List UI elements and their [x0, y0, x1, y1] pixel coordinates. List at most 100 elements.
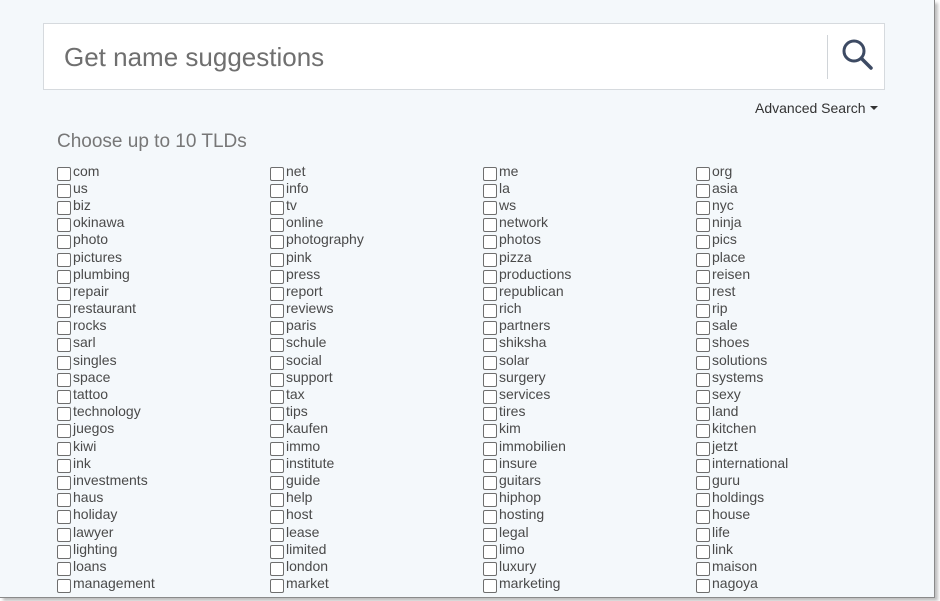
tld-option[interactable]: house [696, 506, 909, 525]
tld-checkbox[interactable] [696, 252, 710, 267]
tld-option[interactable]: reviews [270, 300, 483, 319]
tld-option[interactable]: social [270, 351, 483, 370]
tld-option[interactable]: republican [483, 282, 696, 301]
tld-option[interactable]: kaufen [270, 420, 483, 439]
tld-option[interactable]: sarl [57, 334, 270, 353]
tld-option[interactable]: immobilien [483, 437, 696, 456]
tld-option[interactable]: report [270, 282, 483, 301]
tld-option[interactable]: ink [57, 454, 270, 473]
tld-checkbox[interactable] [483, 579, 497, 594]
tld-checkbox[interactable] [696, 579, 710, 594]
tld-checkbox[interactable] [270, 200, 284, 215]
tld-option[interactable]: rich [483, 300, 696, 319]
tld-checkbox[interactable] [696, 304, 710, 319]
tld-checkbox[interactable] [483, 304, 497, 319]
tld-option[interactable]: hiphop [483, 489, 696, 508]
tld-option[interactable]: kitchen [696, 420, 909, 439]
tld-checkbox[interactable] [696, 372, 710, 387]
tld-option[interactable]: london [270, 557, 483, 576]
tld-checkbox[interactable] [696, 235, 710, 250]
tld-option[interactable]: partners [483, 317, 696, 336]
tld-checkbox[interactable] [483, 527, 497, 542]
tld-checkbox[interactable] [696, 424, 710, 439]
tld-option[interactable]: info [270, 179, 483, 198]
tld-option[interactable]: pics [696, 231, 909, 250]
tld-checkbox[interactable] [696, 218, 710, 233]
tld-option[interactable]: host [270, 506, 483, 525]
tld-option[interactable]: land [696, 403, 909, 422]
tld-checkbox[interactable] [270, 252, 284, 267]
tld-option[interactable]: lighting [57, 540, 270, 559]
tld-checkbox[interactable] [57, 407, 71, 422]
tld-option[interactable]: juegos [57, 420, 270, 439]
tld-checkbox[interactable] [57, 458, 71, 473]
tld-option[interactable]: rocks [57, 317, 270, 336]
tld-option[interactable]: nagoya [696, 575, 909, 594]
tld-option[interactable]: market [270, 575, 483, 594]
tld-checkbox[interactable] [696, 441, 710, 456]
tld-checkbox[interactable] [270, 475, 284, 490]
tld-option[interactable]: shoes [696, 334, 909, 353]
tld-checkbox[interactable] [483, 544, 497, 559]
tld-checkbox[interactable] [696, 321, 710, 336]
tld-option[interactable]: solutions [696, 351, 909, 370]
tld-option[interactable]: sexy [696, 385, 909, 405]
tld-checkbox[interactable] [483, 252, 497, 267]
tld-option[interactable]: plumbing [57, 265, 270, 284]
tld-checkbox[interactable] [483, 510, 497, 525]
tld-checkbox[interactable] [696, 338, 710, 353]
tld-option[interactable]: shiksha [483, 334, 696, 353]
tld-checkbox[interactable] [57, 321, 71, 336]
tld-option[interactable]: net [270, 162, 483, 181]
tld-checkbox[interactable] [270, 218, 284, 233]
tld-checkbox[interactable] [270, 321, 284, 336]
tld-checkbox[interactable] [483, 355, 497, 370]
tld-checkbox[interactable] [483, 493, 497, 508]
tld-checkbox[interactable] [483, 372, 497, 387]
tld-checkbox[interactable] [270, 458, 284, 473]
tld-checkbox[interactable] [483, 166, 497, 181]
tld-checkbox[interactable] [57, 355, 71, 370]
tld-option[interactable]: investments [57, 471, 270, 490]
tld-checkbox[interactable] [57, 441, 71, 456]
tld-checkbox[interactable] [696, 510, 710, 525]
tld-option[interactable]: luxury [483, 557, 696, 576]
tld-option[interactable]: solar [483, 351, 696, 370]
tld-option[interactable]: photos [483, 231, 696, 250]
tld-checkbox[interactable] [57, 286, 71, 301]
tld-option[interactable]: kim [483, 420, 696, 439]
tld-option[interactable]: maison [696, 557, 909, 576]
tld-option[interactable]: technology [57, 403, 270, 422]
tld-option[interactable]: pink [270, 248, 483, 267]
tld-checkbox[interactable] [696, 166, 710, 181]
tld-option[interactable]: photography [270, 231, 483, 250]
tld-checkbox[interactable] [270, 579, 284, 594]
tld-option[interactable]: sale [696, 317, 909, 336]
tld-option[interactable]: marketing [483, 575, 696, 594]
tld-checkbox[interactable] [57, 183, 71, 198]
tld-checkbox[interactable] [270, 183, 284, 198]
tld-checkbox[interactable] [57, 510, 71, 525]
tld-checkbox[interactable] [57, 218, 71, 233]
tld-option[interactable]: network [483, 214, 696, 233]
tld-checkbox[interactable] [483, 407, 497, 422]
tld-option[interactable]: tires [483, 403, 696, 422]
tld-option[interactable]: singles [57, 351, 270, 370]
tld-checkbox[interactable] [57, 269, 71, 284]
advanced-search-toggle[interactable]: Advanced Search [755, 100, 878, 116]
tld-checkbox[interactable] [57, 166, 71, 181]
tld-checkbox[interactable] [270, 235, 284, 250]
tld-checkbox[interactable] [270, 527, 284, 542]
tld-option[interactable]: place [696, 248, 909, 267]
tld-option[interactable]: services [483, 385, 696, 405]
tld-option[interactable]: tattoo [57, 385, 270, 405]
tld-option[interactable]: restaurant [57, 300, 270, 319]
tld-checkbox[interactable] [57, 338, 71, 353]
tld-checkbox[interactable] [57, 252, 71, 267]
tld-option[interactable]: pizza [483, 248, 696, 267]
tld-checkbox[interactable] [696, 183, 710, 198]
tld-checkbox[interactable] [483, 441, 497, 456]
tld-checkbox[interactable] [270, 304, 284, 319]
tld-checkbox[interactable] [57, 304, 71, 319]
tld-option[interactable]: kiwi [57, 437, 270, 456]
